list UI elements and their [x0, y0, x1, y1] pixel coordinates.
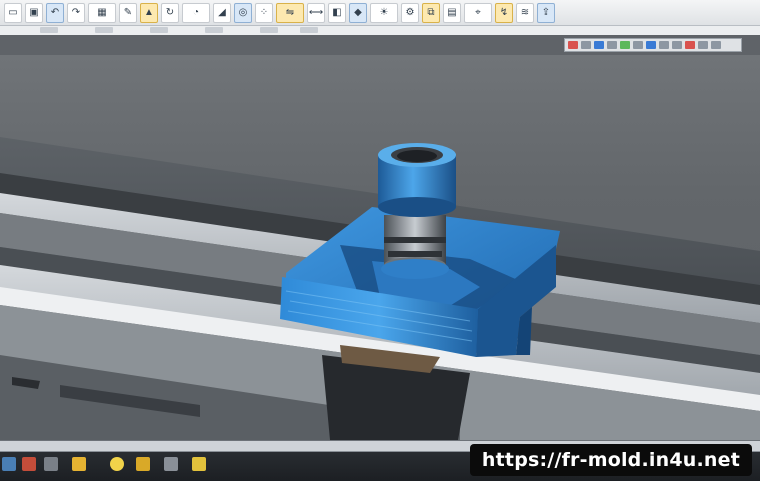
ribbon-toolbar: ▭ ▣ ↶ ↷ ▦ ✎ ▲ ↻ ◔ ◢ ◎ ⁘ ⇋ ⟷ ◧ ◆ ☀ ⚙ ⧉ ▤ … — [0, 0, 760, 26]
app-icon-3[interactable] — [192, 457, 206, 471]
sketch-icon[interactable]: ✎ — [119, 2, 137, 23]
notes-icon[interactable] — [72, 457, 86, 471]
chamfer-icon[interactable]: ◢ — [213, 2, 231, 23]
measure-icon[interactable]: ⟷ — [307, 2, 325, 23]
files-icon[interactable] — [164, 457, 178, 471]
mate-icon[interactable]: ⧉ — [422, 2, 440, 23]
view-tool-icon[interactable] — [581, 41, 591, 49]
section-icon[interactable]: ◧ — [328, 2, 346, 23]
view-tool-icon[interactable] — [568, 41, 578, 49]
redo-icon[interactable]: ↷ — [67, 2, 85, 23]
revolve-icon[interactable]: ↻ — [161, 2, 179, 23]
view-tool-icon[interactable] — [698, 41, 708, 49]
ribbon-tab[interactable] — [205, 27, 223, 33]
file-icon[interactable]: ▭ — [4, 2, 22, 23]
pattern-icon[interactable]: ⁘ — [255, 2, 273, 23]
material-icon[interactable]: ◆ — [349, 2, 367, 23]
view-tool-icon[interactable] — [659, 41, 669, 49]
app-icon-2[interactable] — [22, 457, 36, 471]
simulate-icon[interactable]: ≋ — [516, 2, 534, 23]
fillet-icon[interactable]: ◔ — [182, 2, 210, 23]
3d-viewport[interactable] — [0, 55, 760, 440]
settings-icon[interactable] — [136, 457, 150, 471]
render-icon[interactable]: ☀ — [370, 2, 398, 23]
view-tool-icon[interactable] — [646, 41, 656, 49]
view-tool-icon[interactable] — [672, 41, 682, 49]
export-icon[interactable]: ⇪ — [537, 2, 555, 23]
folder-icon[interactable] — [44, 457, 58, 471]
extrude-icon[interactable]: ▲ — [140, 2, 158, 23]
ribbon-tab[interactable] — [300, 27, 318, 33]
app-icon-1[interactable] — [2, 457, 16, 471]
assembly-icon[interactable]: ⚙ — [401, 2, 419, 23]
view-tool-icon[interactable] — [685, 41, 695, 49]
view-tool-icon[interactable] — [620, 41, 630, 49]
view-tool-icon[interactable] — [594, 41, 604, 49]
undo-icon[interactable]: ↶ — [46, 2, 64, 23]
hole-icon[interactable]: ◎ — [234, 2, 252, 23]
ribbon-tab[interactable] — [40, 27, 58, 33]
drawing-icon[interactable]: ▤ — [443, 2, 461, 23]
grid-icon[interactable]: ▦ — [88, 2, 116, 23]
watermark-url: https://fr-mold.in4u.net — [469, 444, 752, 476]
ribbon-tab[interactable] — [260, 27, 278, 33]
view-tools — [564, 38, 742, 52]
lightbulb-icon[interactable] — [110, 457, 124, 471]
toolpath-icon[interactable]: ↯ — [495, 2, 513, 23]
model-scene — [0, 137, 760, 440]
view-tool-icon[interactable] — [711, 41, 721, 49]
save-icon[interactable]: ▣ — [25, 2, 43, 23]
view-tool-icon[interactable] — [633, 41, 643, 49]
cam-icon[interactable]: ⌖ — [464, 2, 492, 23]
view-tool-icon[interactable] — [607, 41, 617, 49]
ribbon-tab[interactable] — [95, 27, 113, 33]
ribbon-tab[interactable] — [150, 27, 168, 33]
mirror-icon[interactable]: ⇋ — [276, 2, 304, 23]
